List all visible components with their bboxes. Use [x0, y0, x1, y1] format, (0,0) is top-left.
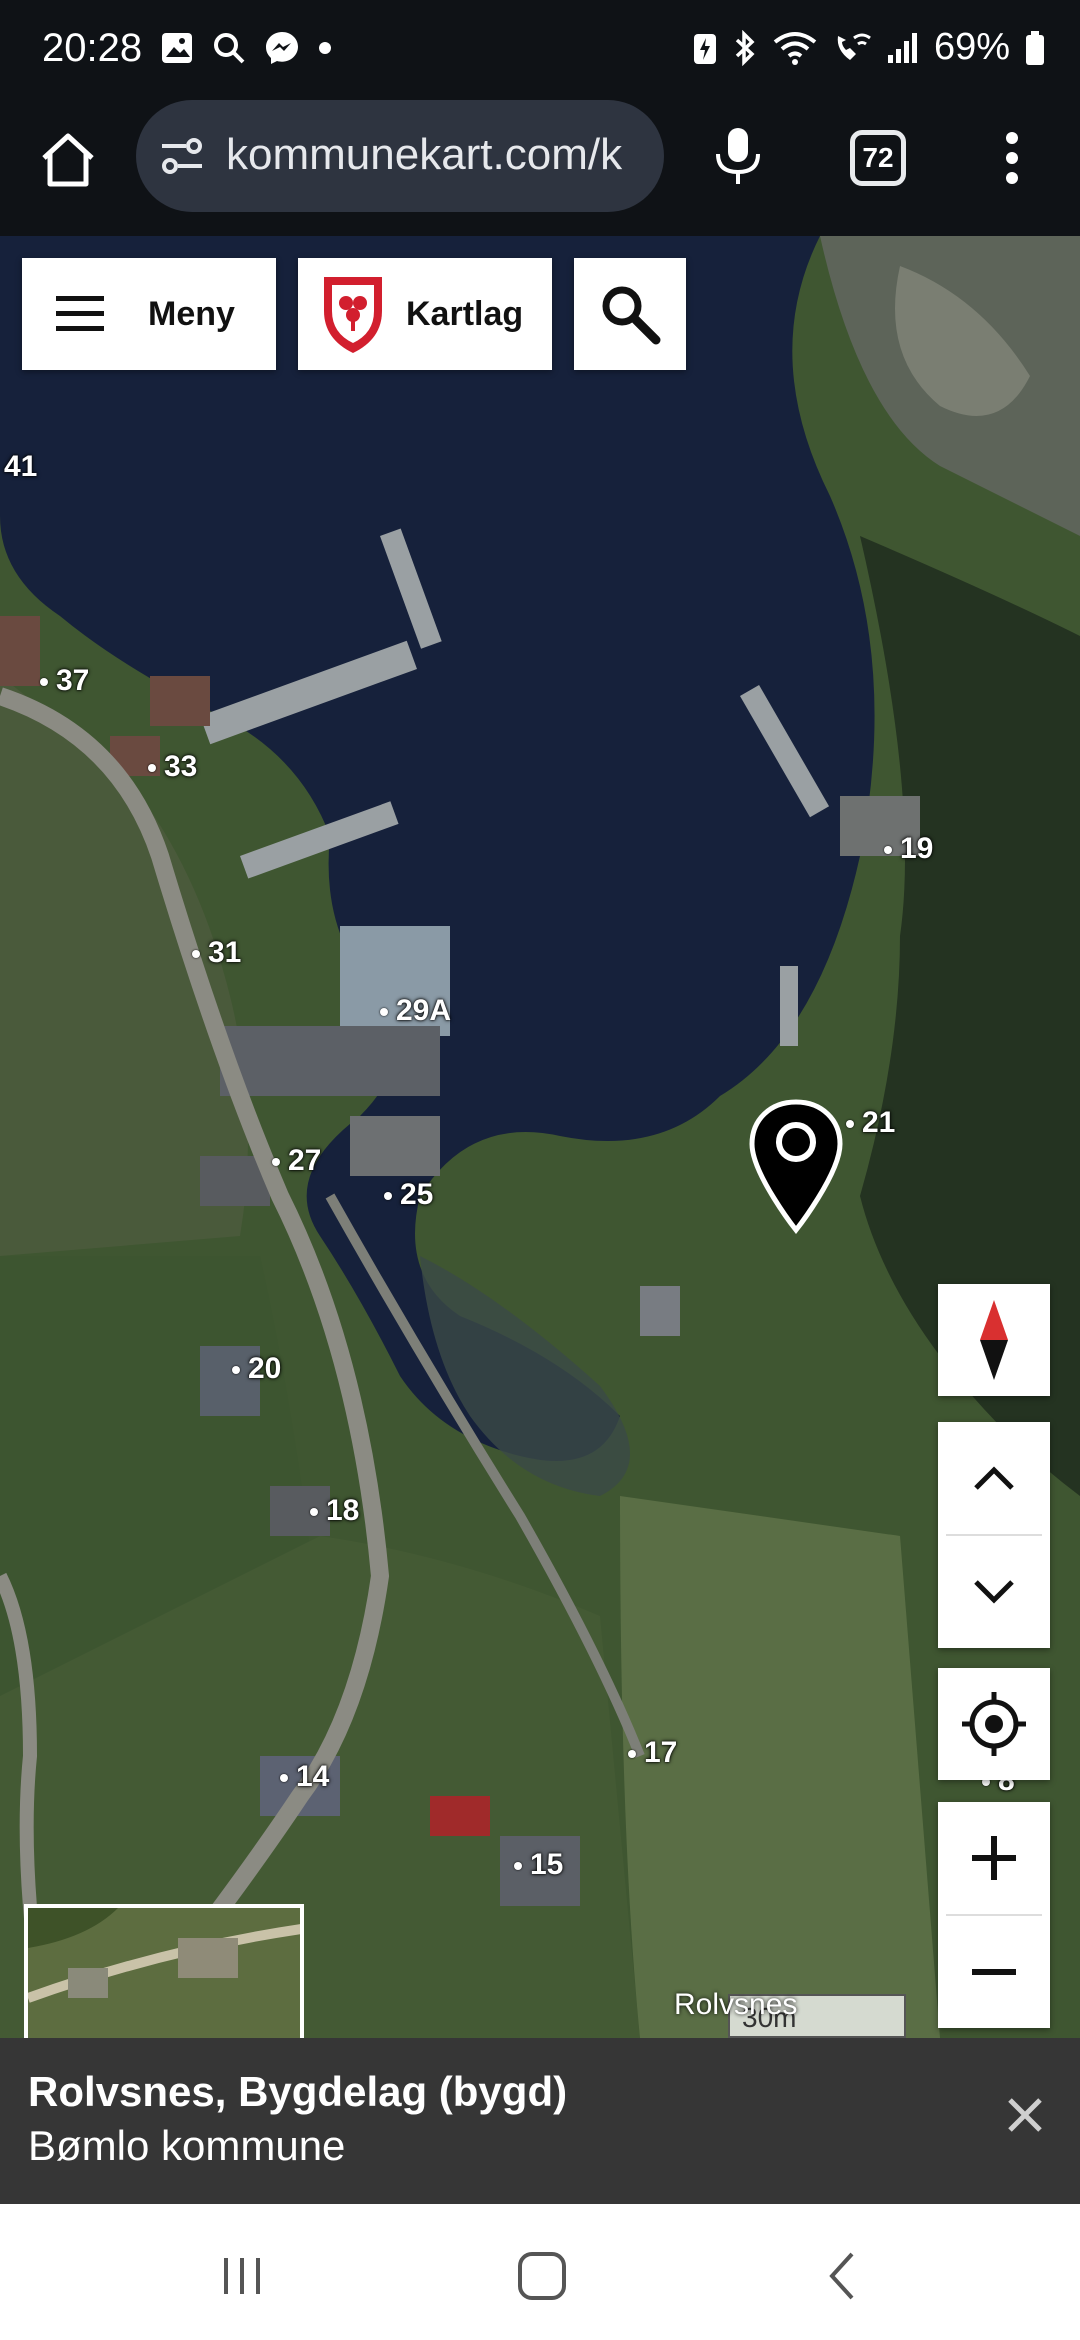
recent-apps-icon[interactable] — [214, 2248, 270, 2304]
messenger-icon — [266, 32, 298, 64]
satellite-imagery — [0, 236, 1080, 2038]
home-icon[interactable] — [36, 128, 100, 192]
url-text: kommunekart.com/k — [226, 130, 623, 179]
address-label[interactable]: 33 — [148, 750, 197, 784]
layers-label: Kartlag — [406, 294, 524, 333]
place-info-panel[interactable]: Rolvsnes, Bygdelag (bygd) Bømlo kommune — [0, 2038, 1080, 2204]
back-icon[interactable] — [816, 2248, 872, 2304]
crosshair-icon — [962, 1692, 1026, 1756]
locate-control — [938, 1668, 1050, 1780]
chevron-down-icon — [974, 1580, 1014, 1604]
my-location-button[interactable] — [938, 1668, 1050, 1780]
close-icon[interactable] — [1000, 2090, 1050, 2140]
location-pin-icon[interactable] — [748, 1098, 844, 1234]
tilt-up-button[interactable] — [938, 1422, 1050, 1534]
minimap-imagery — [28, 1908, 300, 2038]
address-label[interactable]: 27 — [272, 1144, 321, 1178]
status-left-icons — [160, 30, 332, 66]
dot-icon — [319, 42, 331, 54]
address-bar[interactable]: kommunekart.com/k — [136, 100, 664, 212]
more-options-icon[interactable] — [1004, 130, 1020, 186]
mic-icon[interactable] — [712, 124, 764, 188]
address-label[interactable]: 29A — [380, 994, 451, 1028]
plus-icon — [972, 1836, 1016, 1880]
hamburger-icon — [56, 296, 104, 331]
place-name-label: Rolvsnes — [674, 1988, 798, 2021]
app-root: 20:28 69% kommunekart.com/k 72 Meny Kart… — [0, 0, 1080, 2340]
address-label[interactable]: 15 — [514, 1848, 563, 1882]
zoom-out-button[interactable] — [938, 1916, 1050, 2028]
compass-control[interactable] — [938, 1284, 1050, 1396]
menu-button[interactable]: Meny — [22, 258, 276, 370]
wifi-calling-icon — [837, 33, 871, 60]
address-label[interactable]: 18 — [310, 1494, 359, 1528]
tab-count: 72 — [862, 142, 894, 173]
status-time: 20:28 — [42, 26, 143, 70]
site-settings-icon[interactable] — [158, 134, 206, 178]
place-title: Rolvsnes, Bygdelag (bygd) — [28, 2068, 568, 2115]
battery-percent: 69% — [933, 26, 1010, 68]
search-icon — [602, 286, 661, 345]
menu-label: Meny — [148, 294, 235, 333]
compass-button[interactable] — [938, 1284, 1050, 1396]
chevron-up-icon — [974, 1466, 1014, 1490]
tilt-control — [938, 1422, 1050, 1648]
home-nav-icon[interactable] — [514, 2248, 570, 2304]
zoom-control — [938, 1802, 1050, 2028]
signal-icon — [887, 32, 917, 63]
address-label[interactable]: 25 — [384, 1178, 433, 1212]
address-label[interactable]: 41 — [0, 450, 37, 484]
browser-toolbar: kommunekart.com/k 72 — [0, 100, 1080, 236]
status-right: 69% — [692, 26, 1046, 69]
minus-icon — [972, 1969, 1016, 1975]
gallery-icon — [162, 33, 192, 63]
address-label[interactable]: 17 — [628, 1736, 677, 1770]
wifi-icon — [773, 31, 817, 65]
tilt-down-button[interactable] — [938, 1536, 1050, 1648]
battery-icon — [1026, 30, 1044, 65]
map-search-button[interactable] — [574, 258, 686, 370]
address-label[interactable]: 37 — [40, 664, 89, 698]
bluetooth-icon — [735, 29, 755, 66]
system-nav-bar — [0, 2204, 1080, 2340]
place-subtitle: Bømlo kommune — [28, 2122, 346, 2169]
zoom-in-button[interactable] — [938, 1802, 1050, 1914]
address-label[interactable]: 19 — [884, 832, 933, 866]
layers-button[interactable]: Kartlag — [298, 258, 552, 370]
map-view[interactable]: Meny Kartlag 41 37 33 31 29A 27 25 20 18… — [0, 236, 1080, 2038]
address-label[interactable]: 31 — [192, 936, 241, 970]
tab-switcher-button[interactable]: 72 — [850, 130, 906, 186]
municipality-shield-icon — [324, 277, 382, 353]
overview-minimap[interactable] — [24, 1904, 304, 2038]
address-label[interactable]: 14 — [280, 1760, 329, 1794]
address-label[interactable]: 20 — [232, 1352, 281, 1386]
battery-saver-icon — [693, 33, 716, 64]
address-label[interactable]: 21 — [846, 1106, 895, 1140]
search-icon — [214, 33, 245, 64]
compass-icon — [980, 1300, 1008, 1380]
status-bar: 20:28 69% — [0, 0, 1080, 100]
